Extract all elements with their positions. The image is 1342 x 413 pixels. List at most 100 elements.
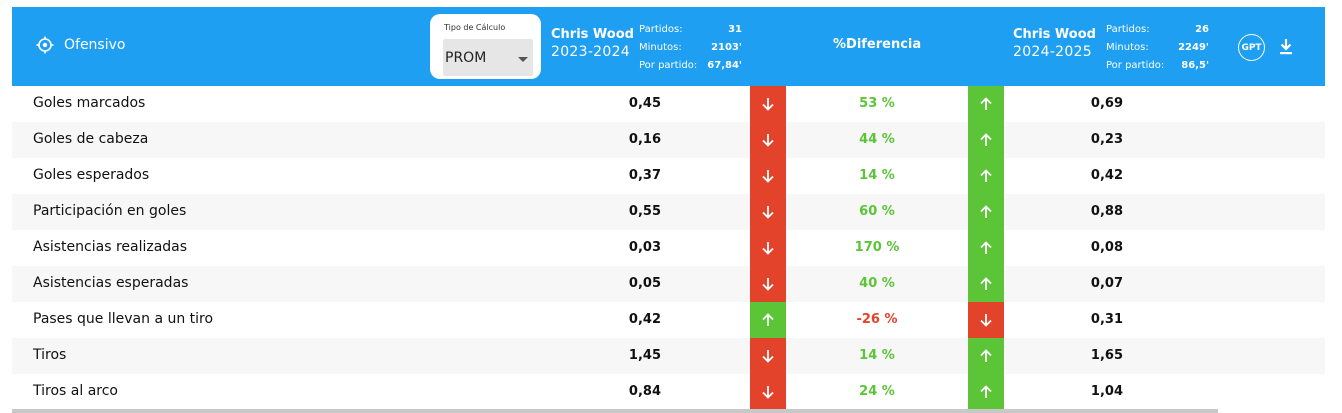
value-left: 0,03	[628, 240, 661, 255]
value-left: 0,42	[628, 312, 661, 327]
stat-row: Partidos: 31	[639, 21, 742, 39]
table-row: Goles marcados 0,45 53 % 0,69	[12, 86, 1325, 122]
stat-label: Por partido:	[1106, 60, 1165, 71]
percent-diff: 170 %	[854, 240, 900, 255]
table-row: Asistencias esperadas 0,05 40 % 0,07	[12, 266, 1325, 302]
player-right-season: 2024-2025	[1013, 44, 1093, 60]
arrow-down-icon	[750, 158, 786, 194]
arrow-down-icon	[750, 374, 786, 410]
table-row: Participación en goles 0,55 60 % 0,88	[12, 194, 1325, 230]
player-left-season: 2023-2024	[551, 44, 631, 60]
player-left-stats: Partidos: 31 Minutos: 2103' Por partido: 67…	[639, 21, 742, 75]
arrow-up-icon	[968, 122, 1004, 158]
stat-label: Minutos:	[639, 42, 682, 53]
calc-type-box: Tipo de Cálculo PROM	[430, 14, 541, 79]
chevron-down-icon	[518, 57, 528, 62]
arrow-up-icon	[968, 230, 1004, 266]
metric-label: Pases que llevan a un tiro	[33, 311, 214, 327]
metric-label: Goles marcados	[33, 95, 146, 111]
arrow-down-icon	[750, 230, 786, 266]
value-right: 0,31	[1090, 312, 1123, 327]
value-left: 0,45	[628, 96, 661, 111]
percent-diff: 14 %	[859, 348, 895, 363]
metric-label: Goles esperados	[33, 167, 150, 183]
metric-label: Tiros al arco	[33, 383, 118, 399]
player-left-name: Chris Wood	[551, 27, 634, 42]
value-right: 0,08	[1090, 240, 1123, 255]
percent-diff: 53 %	[859, 96, 895, 111]
arrow-up-icon	[968, 158, 1004, 194]
table-row: Goles de cabeza 0,16 44 % 0,23	[12, 122, 1325, 158]
gpt-button[interactable]: GPT	[1238, 34, 1265, 61]
stat-value: 2103'	[711, 42, 742, 53]
stat-label: Minutos:	[1106, 42, 1149, 53]
percent-diff: 44 %	[859, 132, 895, 147]
metric-label: Asistencias esperadas	[33, 275, 189, 291]
value-left: 0,84	[628, 384, 661, 399]
calc-type-select[interactable]: PROM	[443, 39, 533, 76]
stat-row: Minutos: 2249'	[1106, 39, 1209, 57]
value-left: 0,37	[628, 168, 661, 183]
value-right: 1,04	[1090, 384, 1123, 399]
arrow-up-icon	[968, 374, 1004, 410]
arrow-down-icon	[750, 338, 786, 374]
table-row: Goles esperados 0,37 14 % 0,42	[12, 158, 1325, 194]
value-right: 0,69	[1090, 96, 1123, 111]
metric-label: Participación en goles	[33, 203, 187, 219]
download-icon[interactable]	[1279, 38, 1293, 55]
diff-title: %Diferencia	[833, 37, 922, 52]
calc-type-value: PROM	[445, 50, 487, 66]
metric-label: Tiros	[33, 347, 67, 363]
comparison-table: Goles marcados 0,45 53 % 0,69 Goles de cabez…	[12, 86, 1325, 410]
metric-label: Goles de cabeza	[33, 131, 149, 147]
stat-value: 67,84'	[707, 60, 742, 71]
stat-row: Minutos: 2103'	[639, 39, 742, 57]
target-icon	[36, 36, 54, 54]
value-right: 0,88	[1090, 204, 1123, 219]
value-right: 0,23	[1090, 132, 1123, 147]
stat-value: 86,5'	[1181, 60, 1209, 71]
table-row: Tiros 1,45 14 % 1,65	[12, 338, 1325, 374]
metric-label: Asistencias realizadas	[33, 239, 188, 255]
value-right: 0,42	[1090, 168, 1123, 183]
table-row: Tiros al arco 0,84 24 % 1,04	[12, 374, 1325, 410]
arrow-down-icon	[750, 122, 786, 158]
stat-label: Partidos:	[639, 24, 683, 35]
stat-row: Por partido: 86,5'	[1106, 57, 1209, 75]
percent-diff: 60 %	[859, 204, 895, 219]
stat-row: Por partido: 67,84'	[639, 57, 742, 75]
arrow-up-icon	[968, 194, 1004, 230]
player-right: Chris Wood 2024-2025	[1013, 27, 1096, 62]
stat-label: Partidos:	[1106, 24, 1150, 35]
section-label: Ofensivo	[64, 37, 126, 53]
arrow-up-icon	[968, 266, 1004, 302]
player-left: Chris Wood 2023-2024	[551, 27, 634, 62]
stat-row: Partidos: 26	[1106, 21, 1209, 39]
percent-diff: 14 %	[859, 168, 895, 183]
value-left: 0,16	[628, 132, 661, 147]
value-left: 0,55	[628, 204, 661, 219]
percent-diff: 24 %	[859, 384, 895, 399]
arrow-down-icon	[968, 302, 1004, 338]
stat-value: 2249'	[1178, 42, 1209, 53]
value-right: 1,65	[1090, 348, 1123, 363]
section-title: Ofensivo	[36, 36, 125, 54]
stat-label: Por partido:	[639, 60, 698, 71]
arrow-down-icon	[750, 86, 786, 122]
value-left: 0,05	[628, 276, 661, 291]
table-row: Asistencias realizadas 0,03 170 % 0,08	[12, 230, 1325, 266]
arrow-up-icon	[968, 86, 1004, 122]
table-row: Pases que llevan a un tiro 0,42 -26 % 0,31	[12, 302, 1325, 338]
value-left: 1,45	[628, 348, 661, 363]
horizontal-scrollbar[interactable]	[12, 409, 1218, 413]
player-right-stats: Partidos: 26 Minutos: 2249' Por partido: 86…	[1106, 21, 1209, 75]
arrow-down-icon	[750, 194, 786, 230]
value-right: 0,07	[1090, 276, 1123, 291]
stat-value: 31	[728, 24, 742, 35]
arrow-down-icon	[750, 266, 786, 302]
arrow-up-icon	[968, 338, 1004, 374]
comparison-header: Ofensivo Tipo de Cálculo PROM Chris Wood…	[12, 7, 1325, 86]
percent-diff: 40 %	[859, 276, 895, 291]
percent-diff: -26 %	[856, 312, 898, 327]
arrow-up-icon	[750, 302, 786, 338]
